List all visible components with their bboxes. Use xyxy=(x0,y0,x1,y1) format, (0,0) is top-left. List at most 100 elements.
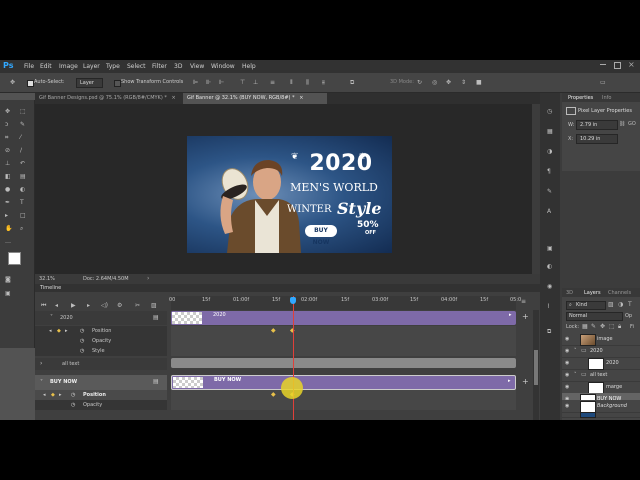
track-style[interactable] xyxy=(171,346,516,356)
menu-file[interactable]: File xyxy=(24,63,34,70)
paragraph-icon[interactable]: ¶ xyxy=(547,168,551,175)
visibility-eye-icon[interactable]: ◉ xyxy=(565,348,571,354)
distribute-top-icon[interactable]: ⊤ xyxy=(240,79,245,86)
first-frame-icon[interactable]: ⏮ xyxy=(41,302,46,309)
stopwatch-icon[interactable]: ◷ xyxy=(71,392,75,398)
scrollbar-thumb[interactable] xyxy=(534,350,538,385)
playhead-handle[interactable] xyxy=(290,297,296,304)
auto-select-dropdown[interactable]: Layer xyxy=(76,78,103,88)
menu-layer[interactable]: Layer xyxy=(83,63,100,70)
canvas-area[interactable]: 2020 ❦ ❦ MEN'S WORLD WINTER Style BUY NO… xyxy=(35,104,540,277)
healing-tool[interactable]: ⊘ xyxy=(5,147,10,154)
filter-type-icon[interactable]: T xyxy=(628,301,632,308)
paths-icon[interactable]: ⌇ xyxy=(547,303,550,310)
zoom-tool[interactable]: ⌕ xyxy=(20,225,23,232)
tab-gif-banner[interactable]: Gif Banner @ 32.1% (BUY NOW, RGB/8#) * × xyxy=(183,93,327,104)
path-select-tool[interactable]: ▸ xyxy=(5,212,8,219)
clip-end-handle[interactable]: ▸ xyxy=(509,312,512,318)
group-arrow-icon[interactable]: ˅ xyxy=(574,372,577,378)
align-center-icon[interactable]: ⊪ xyxy=(206,79,211,86)
stopwatch-icon[interactable]: ◷ xyxy=(80,338,84,344)
x-field[interactable]: 10.29 in xyxy=(576,134,618,144)
add-media-icon[interactable]: + xyxy=(522,312,529,321)
keyframe-icon[interactable]: ◆ xyxy=(51,392,55,398)
auto-align-icon[interactable]: ⧉ xyxy=(350,79,354,86)
split-icon[interactable]: ✂ xyxy=(135,302,140,309)
track-position[interactable]: ◆ ◆ xyxy=(171,390,516,400)
tab-close-icon[interactable]: × xyxy=(171,95,175,101)
width-field[interactable]: 2.79 in xyxy=(576,120,618,130)
layer-comps-icon[interactable]: ⧉ xyxy=(547,328,551,335)
keyframe-diamond[interactable]: ◆ xyxy=(271,391,276,398)
banner-artwork[interactable]: 2020 ❦ ❦ MEN'S WORLD WINTER Style BUY NO… xyxy=(187,136,392,253)
timeline-prop-style[interactable]: ◷ Style xyxy=(35,346,167,356)
settings-gear-icon[interactable]: ⚙ xyxy=(117,302,122,309)
timeline-prop-position[interactable]: ◂ ◆ ▸ ◷ Position xyxy=(35,326,167,336)
quick-select-tool[interactable]: ✎ xyxy=(20,121,25,128)
menu-view[interactable]: View xyxy=(190,63,204,70)
styles-icon[interactable]: ◐ xyxy=(547,263,552,270)
status-arrow-icon[interactable]: › xyxy=(147,275,149,282)
menu-image[interactable]: Image xyxy=(59,63,78,70)
distribute-center-icon[interactable]: ⫼ xyxy=(306,79,309,86)
blend-mode-dropdown[interactable]: Normal xyxy=(566,312,623,321)
history-icon[interactable]: ◷ xyxy=(547,108,552,115)
next-keyframe-icon[interactable]: ▸ xyxy=(59,392,62,398)
visibility-eye-icon[interactable]: ◉ xyxy=(565,372,571,378)
next-frame-icon[interactable]: ▸ xyxy=(87,302,90,309)
visibility-eye-icon[interactable]: ◉ xyxy=(565,360,571,366)
tab-layers[interactable]: Layers xyxy=(584,290,601,296)
artboard-tool[interactable]: ⬚ xyxy=(20,108,26,115)
lock-paint-icon[interactable]: ✎ xyxy=(591,323,596,330)
clip-2020[interactable]: 2020 ▸ xyxy=(171,311,516,325)
menu-help[interactable]: Help xyxy=(242,63,256,70)
canvas-vertical-scrollbar[interactable] xyxy=(532,104,540,274)
keyframe-diamond[interactable]: ◆ xyxy=(271,327,276,334)
menu-select[interactable]: Select xyxy=(127,63,146,70)
lock-pixels-icon[interactable]: ▦ xyxy=(582,323,588,330)
add-media-icon[interactable]: + xyxy=(522,377,529,386)
brush-tool[interactable]: ∕ xyxy=(20,147,22,154)
foreground-color-swatch[interactable] xyxy=(8,252,21,265)
panel-menu-icon[interactable]: ≡ xyxy=(521,298,526,305)
tab-channels[interactable]: Channels xyxy=(608,290,631,296)
show-transform-checkbox[interactable] xyxy=(114,80,121,87)
pan-3d-icon[interactable]: ✥ xyxy=(446,79,451,86)
hand-tool[interactable]: ✋ xyxy=(5,225,12,232)
workspace-icon[interactable]: ▭ xyxy=(600,79,606,86)
lock-artboard-icon[interactable]: ⬚ xyxy=(609,323,615,330)
tab-info[interactable]: Info xyxy=(602,95,611,101)
screen-mode-icon[interactable]: ▣ xyxy=(5,290,11,297)
align-left-icon[interactable]: ⊫ xyxy=(193,79,198,86)
visibility-eye-icon[interactable]: ◉ xyxy=(565,384,571,390)
timeline-layer-2020[interactable]: ˅ 2020 ▤ xyxy=(35,311,167,325)
crop-tool[interactable]: ⌗ xyxy=(5,134,8,141)
eraser-tool[interactable]: ◧ xyxy=(5,173,11,180)
lasso-tool[interactable]: ↄ xyxy=(5,121,8,128)
distribute-right-icon[interactable]: ⫵ xyxy=(322,79,325,86)
menu-type[interactable]: Type xyxy=(106,63,120,70)
brush-presets-icon[interactable]: ✎ xyxy=(547,188,552,195)
kind-filter-dropdown[interactable]: ⌕ Kind xyxy=(566,301,606,310)
orbit-3d-icon[interactable]: ↻ xyxy=(417,79,422,86)
filter-adjust-icon[interactable]: ◑ xyxy=(618,301,623,308)
transition-icon[interactable]: ▨ xyxy=(151,302,157,309)
tab-properties[interactable]: Properties xyxy=(568,95,593,101)
eyedropper-tool[interactable]: ⁄ xyxy=(20,134,21,141)
move-tool[interactable]: ✥ xyxy=(5,108,10,115)
type-tool[interactable]: T xyxy=(20,199,24,206)
clip-buy-now[interactable]: BUY NOW ▸ xyxy=(171,375,516,390)
prev-keyframe-icon[interactable]: ◂ xyxy=(43,392,46,398)
maximize-icon[interactable] xyxy=(614,62,621,69)
zoom-level[interactable]: 32.1% xyxy=(39,276,55,282)
visibility-eye-icon[interactable]: ◉ xyxy=(565,403,569,409)
visibility-eye-icon[interactable]: ◉ xyxy=(565,336,571,342)
link-icon[interactable]: ⛓ xyxy=(619,121,625,127)
quick-mask-icon[interactable]: ◙ xyxy=(5,276,11,283)
gradient-tool[interactable]: ▤ xyxy=(20,173,26,180)
tab-close-icon[interactable]: × xyxy=(299,95,303,101)
stopwatch-icon[interactable]: ◷ xyxy=(80,328,84,334)
pen-tool[interactable]: ✒ xyxy=(5,199,10,206)
character-icon[interactable]: A xyxy=(547,208,551,215)
more-tools-icon[interactable]: … xyxy=(5,238,11,245)
